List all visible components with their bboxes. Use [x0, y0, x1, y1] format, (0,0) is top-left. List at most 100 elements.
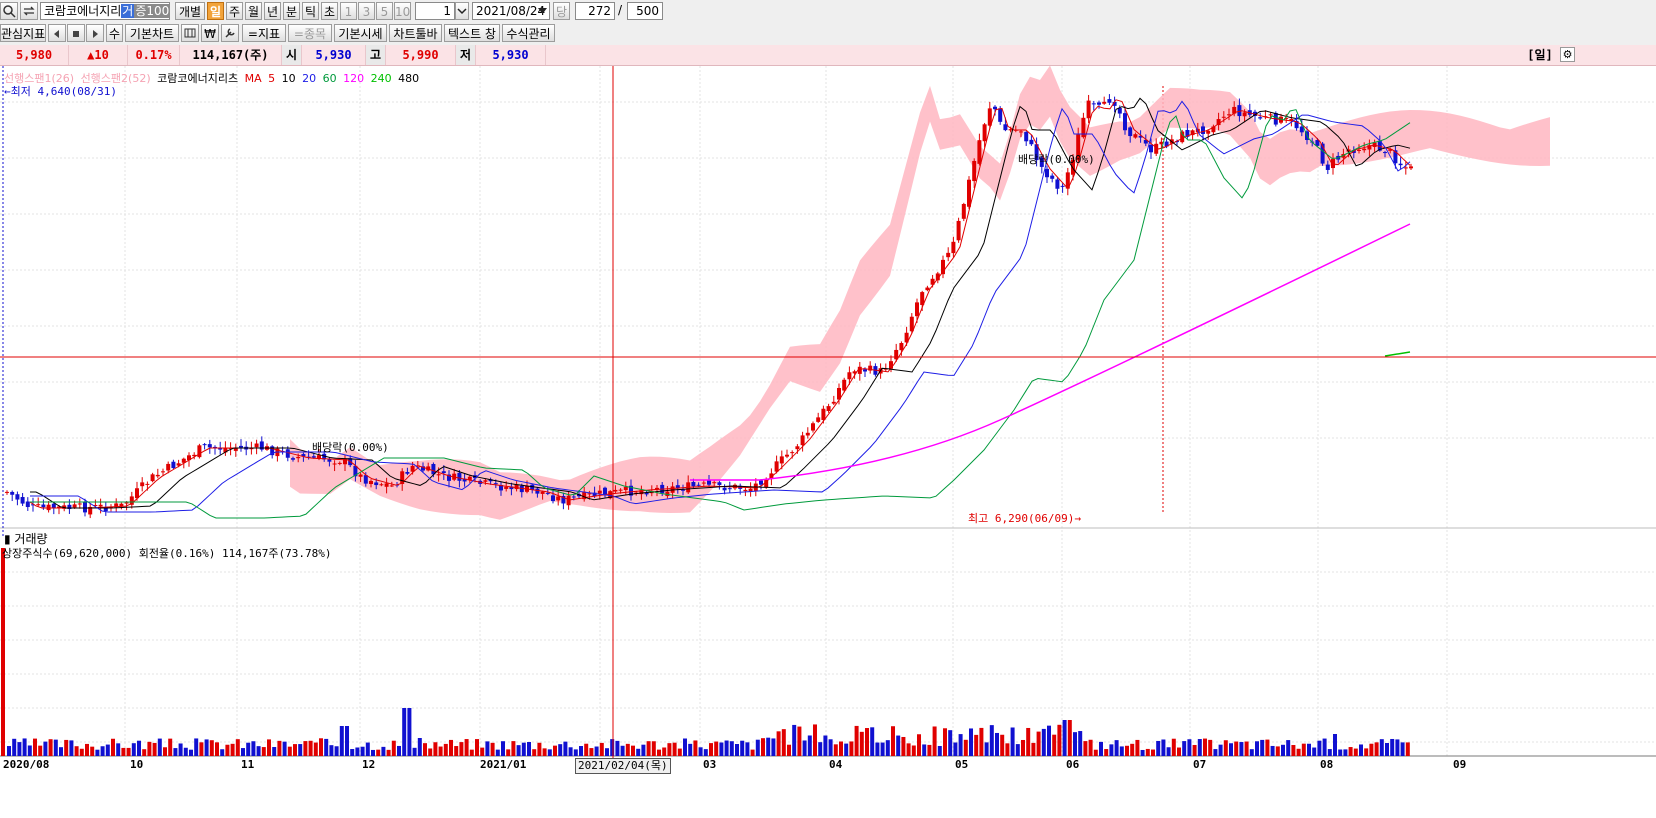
volume-bar: [277, 740, 282, 756]
candle-body: [1123, 113, 1127, 131]
candle-body: [327, 459, 332, 462]
volume-bar: [178, 743, 183, 756]
volume-bar: [1301, 743, 1306, 756]
indicator-button[interactable]: =지표: [242, 24, 286, 42]
candle-body: [1045, 168, 1049, 178]
chart-toolbar-button[interactable]: 차트툴바: [389, 24, 442, 42]
num-5-button[interactable]: 5: [376, 2, 393, 20]
volume-bar: [1052, 734, 1057, 756]
stop-icon[interactable]: [67, 24, 85, 42]
period-day-button[interactable]: 일: [207, 2, 224, 20]
candle-body: [161, 471, 165, 473]
candle-body: [1128, 127, 1133, 137]
next-arrow-icon[interactable]: [86, 24, 104, 42]
price-chart[interactable]: [0, 66, 1656, 818]
candle-body: [821, 408, 826, 421]
candle-body: [483, 480, 488, 482]
candle-body: [759, 480, 763, 485]
stock-name-field[interactable]: 코람코에너지리거 증100: [40, 2, 170, 20]
date-input[interactable]: 2021/08/24: [472, 2, 550, 20]
candle-body: [1050, 175, 1055, 179]
count-input[interactable]: 272: [575, 2, 615, 20]
period-year-button[interactable]: 년: [264, 2, 281, 20]
volume-bar: [1, 548, 5, 756]
period-tick-button[interactable]: 틱: [302, 2, 319, 20]
volume-bar: [350, 749, 355, 756]
volume-bar: [1213, 749, 1218, 756]
current-date-button[interactable]: 당: [553, 2, 570, 20]
volume-bar: [625, 743, 630, 756]
volume-bar: [553, 745, 557, 756]
prev-arrow-icon[interactable]: [48, 24, 66, 42]
swap-icon[interactable]: [20, 2, 38, 20]
settings-gear-icon[interactable]: ⚙: [1560, 47, 1575, 62]
volume-bar: [1343, 749, 1348, 756]
candle-body: [10, 491, 15, 495]
cloud-area: [290, 66, 1550, 520]
x-label-05: 05: [955, 758, 969, 771]
volume-bar: [537, 742, 542, 756]
basic-chart-button[interactable]: 기본차트: [125, 24, 179, 42]
volume-bar: [1249, 749, 1254, 756]
candle-body: [41, 504, 46, 508]
candle-body: [1325, 164, 1330, 170]
volume-bar: [53, 739, 58, 756]
interval-input[interactable]: 1: [415, 2, 455, 20]
volume-bar: [573, 749, 578, 756]
num-10-button[interactable]: 10: [394, 2, 411, 20]
volume-bar: [1369, 743, 1374, 756]
su-button[interactable]: 수: [106, 24, 123, 42]
tag-geo: 거: [121, 4, 135, 18]
individual-button[interactable]: 개별: [175, 2, 205, 20]
candle-body: [712, 482, 717, 484]
volume-bar: [989, 725, 994, 756]
volume-bar: [672, 742, 677, 756]
candle-body: [816, 417, 821, 422]
won-button[interactable]: ₩: [201, 24, 219, 42]
volume-bar: [1270, 745, 1275, 756]
volume-bar: [397, 745, 401, 756]
chart-grid: [0, 66, 1656, 758]
candle-body: [993, 106, 997, 110]
text-window-button[interactable]: 텍스트 창: [444, 24, 500, 42]
period-second-button[interactable]: 초: [321, 2, 338, 20]
period-week-button[interactable]: 주: [226, 2, 243, 20]
volume-bar: [131, 743, 136, 756]
num-1-button[interactable]: 1: [340, 2, 357, 20]
candle-body: [1149, 144, 1153, 153]
period-tag: [일]: [1527, 48, 1553, 62]
volume-bar: [1177, 747, 1181, 756]
volume-bar: [1005, 743, 1010, 756]
x-label-09: 09: [1453, 758, 1467, 771]
volume-bar: [152, 742, 157, 756]
candle-body: [915, 302, 919, 317]
period-month-button[interactable]: 월: [245, 2, 262, 20]
formula-management-button[interactable]: 수식관리: [502, 24, 555, 42]
candle-body: [135, 488, 139, 499]
candle-body: [540, 491, 545, 494]
total-input[interactable]: 500: [627, 2, 663, 20]
watchlist-indicator-button[interactable]: 관심지표: [0, 24, 46, 42]
gauge-icon[interactable]: [181, 24, 199, 42]
chevron-down-icon[interactable]: [455, 2, 469, 20]
search-icon[interactable]: [0, 2, 18, 20]
volume-bar: [859, 731, 864, 756]
basic-quote-button[interactable]: 기본시세: [334, 24, 387, 42]
candle-body: [1403, 167, 1408, 169]
volume-bar: [1026, 727, 1031, 756]
volume-bar: [631, 745, 635, 756]
volume-bar: [90, 746, 95, 756]
period-minute-button[interactable]: 분: [283, 2, 300, 20]
stocks-button[interactable]: =종목: [288, 24, 332, 42]
candle-body: [899, 343, 904, 351]
volume-bar: [22, 738, 27, 756]
volume-bar: [984, 742, 989, 756]
volume-bar: [693, 740, 698, 756]
volume-bar: [116, 743, 121, 756]
volume-bar: [610, 739, 615, 756]
volume-bar: [454, 746, 459, 756]
num-3-button[interactable]: 3: [358, 2, 375, 20]
volume-bar: [1203, 738, 1207, 756]
volume-bar: [1130, 743, 1135, 756]
wrench-icon[interactable]: [221, 24, 239, 42]
